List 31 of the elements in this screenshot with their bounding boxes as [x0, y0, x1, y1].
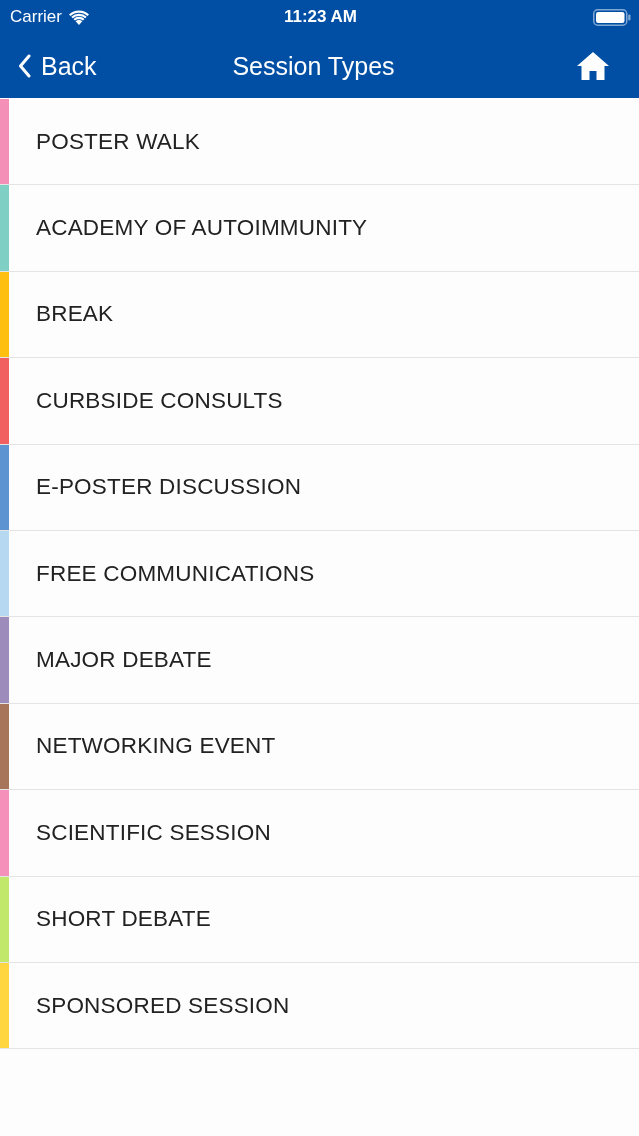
session-type-label: ACADEMY OF AUTOIMMUNITY	[36, 215, 368, 242]
session-type-label: E-POSTER DISCUSSION	[36, 474, 302, 501]
session-type-row[interactable]: E-POSTER DISCUSSION	[0, 444, 639, 531]
session-type-row[interactable]: MAJOR DEBATE	[0, 617, 639, 704]
home-button[interactable]	[577, 52, 609, 80]
session-type-row[interactable]: FREE COMMUNICATIONS	[0, 530, 639, 618]
session-type-row[interactable]: SPONSORED SESSION	[0, 962, 639, 1050]
back-button[interactable]: Back	[18, 51, 97, 81]
session-type-label: MAJOR DEBATE	[36, 647, 212, 674]
session-type-label: SCIENTIFIC SESSION	[36, 819, 271, 846]
session-type-row[interactable]: ACADEMY OF AUTOIMMUNITY	[0, 185, 639, 272]
home-icon	[577, 52, 609, 80]
session-type-row[interactable]: SHORT DEBATE	[0, 876, 639, 963]
session-type-label: POSTER WALK	[36, 128, 200, 155]
session-type-label: CURBSIDE CONSULTS	[36, 387, 283, 414]
chevron-left-icon	[18, 54, 31, 78]
session-type-label: BREAK	[36, 301, 114, 328]
wifi-icon	[68, 9, 89, 25]
session-type-row[interactable]: NETWORKING EVENT	[0, 703, 639, 791]
carrier-name: Carrier	[10, 7, 62, 27]
nav-title: Session Types	[232, 51, 395, 81]
session-type-row[interactable]: SCIENTIFIC SESSION	[0, 790, 639, 877]
session-type-row[interactable]: BREAK	[0, 271, 639, 359]
session-type-label: SHORT DEBATE	[36, 906, 211, 933]
session-type-label: NETWORKING EVENT	[36, 733, 276, 760]
battery-icon	[593, 8, 631, 26]
session-type-row[interactable]: POSTER WALK	[0, 99, 639, 186]
session-type-label: SPONSORED SESSION	[36, 992, 290, 1019]
session-type-row[interactable]: CURBSIDE CONSULTS	[0, 358, 639, 445]
session-type-label: FREE COMMUNICATIONS	[36, 560, 315, 587]
status-time: 11:23 AM	[283, 7, 358, 27]
